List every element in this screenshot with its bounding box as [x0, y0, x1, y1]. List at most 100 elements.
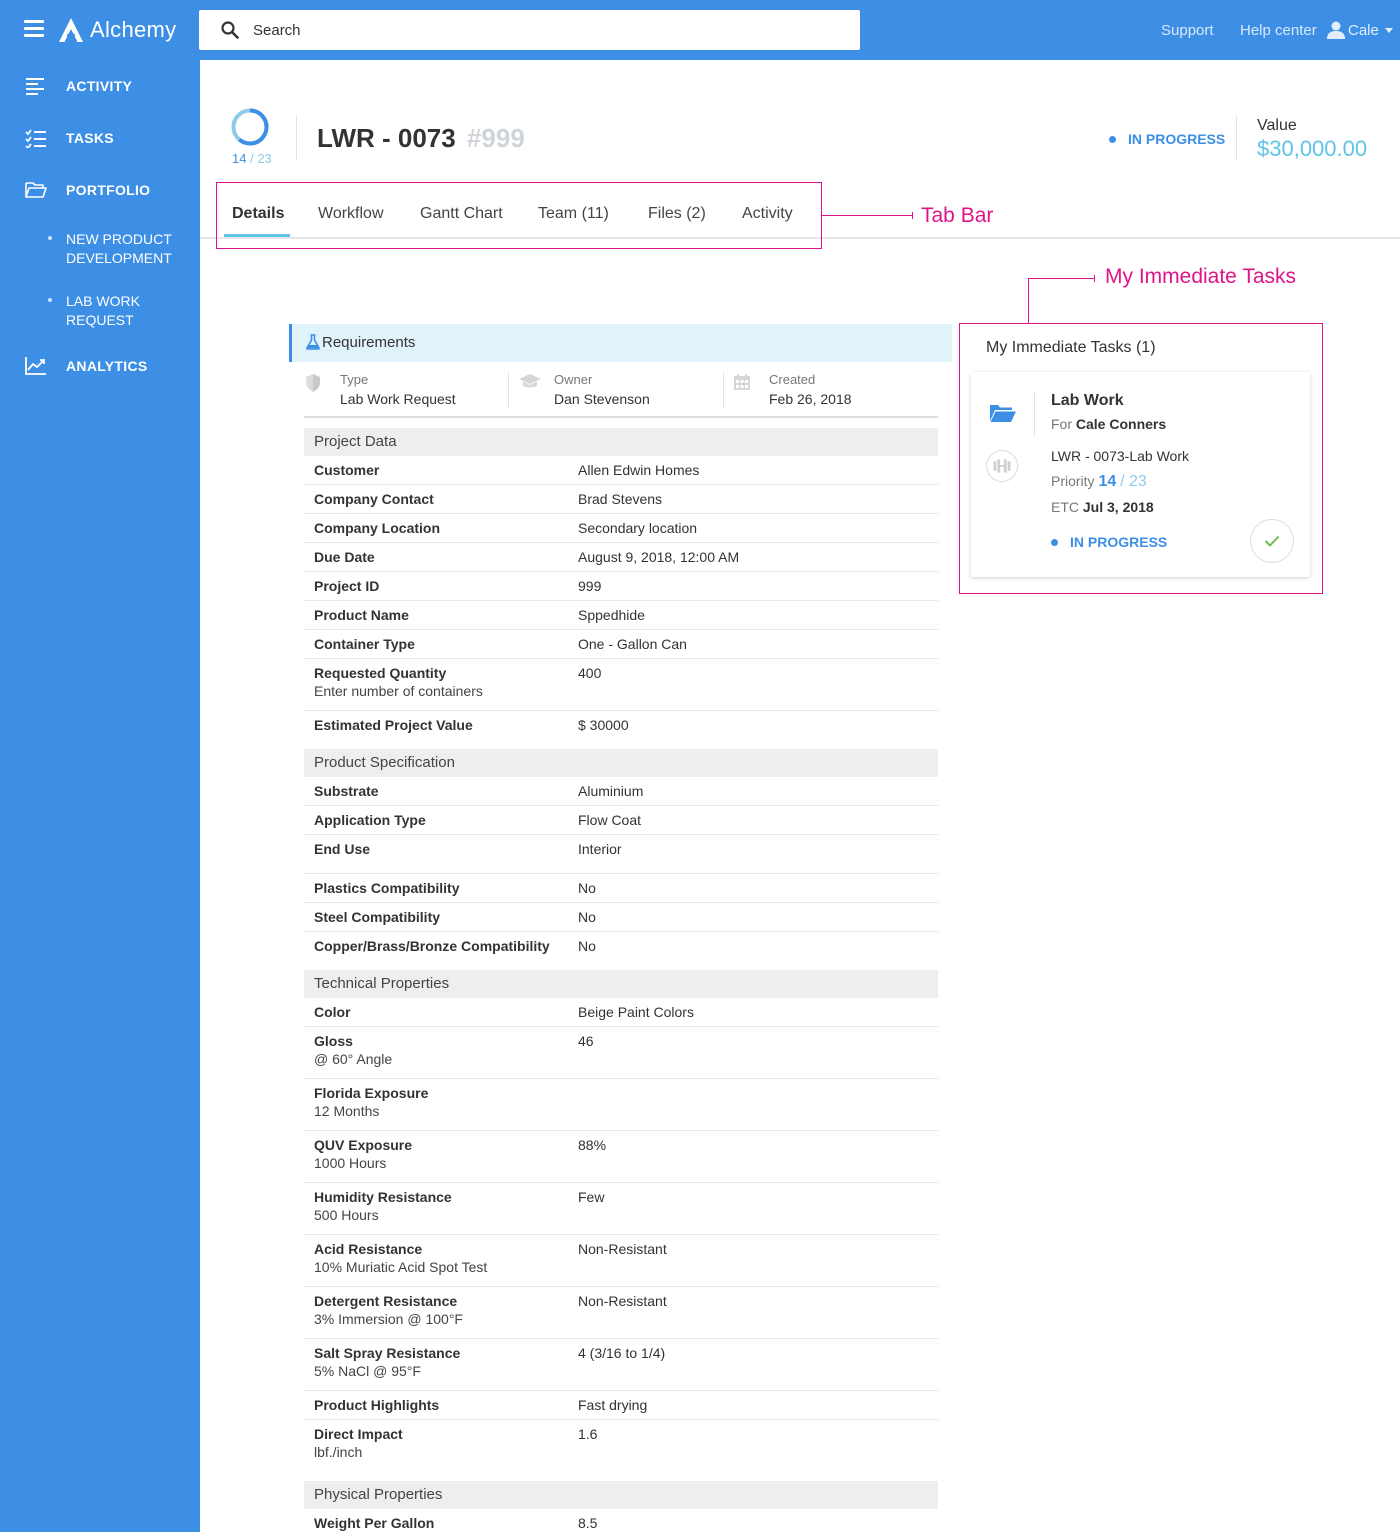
sidebar-subitem-lab-work-request[interactable]: LAB WORK REQUEST	[0, 292, 200, 332]
field-value: 400	[578, 665, 602, 681]
annotation-line	[822, 215, 912, 216]
field-label: Company Contact	[314, 491, 434, 507]
field-value: Flow Coat	[578, 812, 642, 828]
table-row: Requested Quantity Enter number of contai…	[304, 659, 938, 711]
status-dot	[1051, 538, 1058, 546]
card-divider	[1034, 392, 1035, 436]
section-title: Technical Properties	[314, 975, 450, 992]
field-sublabel: lbf./inch	[314, 1444, 363, 1460]
table-row: Acid Resistance 10% Muriatic Acid Spot Te…	[304, 1235, 938, 1287]
task-card[interactable]: Lab Work For Cale Conners LWR - 0073-Lab…	[971, 372, 1310, 577]
field-label: Substrate	[314, 783, 379, 799]
field-sublabel: 5% NaCl @ 95°F	[314, 1363, 421, 1379]
sidebar-item-label: ACTIVITY	[66, 78, 133, 94]
field-label: Company Location	[314, 520, 441, 536]
value-amount: $30,000.00	[1257, 136, 1368, 161]
field-value: No	[578, 909, 596, 925]
priority-total: / 23	[1120, 473, 1147, 490]
field-sublabel: 12 Months	[314, 1103, 380, 1119]
task-reference: LWR - 0073-Lab Work	[1051, 448, 1189, 464]
field-value: Secondary location	[578, 520, 698, 536]
field-label: QUV Exposure	[314, 1137, 413, 1153]
section-title: Project Data	[314, 433, 397, 450]
field-label: Due Date	[314, 549, 375, 565]
search-input[interactable]	[253, 10, 843, 50]
field-value: No	[578, 938, 596, 954]
field-value: 1.6	[578, 1426, 598, 1442]
value-divider	[1236, 116, 1237, 160]
field-value: August 9, 2018, 12:00 AM	[578, 549, 740, 565]
meta-divider	[723, 372, 724, 408]
field-label: Humidity Resistance	[314, 1189, 452, 1205]
progress-done: 14	[232, 151, 247, 166]
app-name: Alchemy	[90, 17, 177, 42]
field-value: One - Gallon Can	[578, 636, 687, 652]
field-label: Copper/Brass/Bronze Compatibility	[314, 938, 550, 954]
table-row: QUV Exposure 1000 Hours 88%	[304, 1131, 938, 1183]
support-link[interactable]: Support	[1161, 22, 1214, 39]
field-label: Requested Quantity	[314, 665, 447, 681]
table-row: Due Date August 9, 2018, 12:00 AM	[304, 543, 938, 572]
field-label: End Use	[314, 841, 371, 857]
field-value: No	[578, 880, 596, 896]
shield-icon	[306, 374, 320, 392]
sidebar-item-label: PORTFOLIO	[66, 182, 151, 198]
field-value: 999	[578, 578, 602, 594]
field-label: Florida Exposure	[314, 1085, 429, 1101]
field-value: 88%	[578, 1137, 607, 1153]
sidebar-subitem-new-product-development[interactable]: NEW PRODUCT DEVELOPMENT	[0, 230, 200, 270]
user-name: Cale	[1348, 21, 1379, 39]
chevron-down-icon	[1384, 27, 1393, 33]
flask-icon	[306, 334, 320, 350]
field-value: Non-Resistant	[578, 1241, 667, 1257]
field-sublabel: 10% Muriatic Acid Spot Test	[314, 1259, 488, 1275]
table-row: Estimated Project Value $ 30000	[304, 711, 938, 741]
field-value: Brad Stevens	[578, 491, 663, 507]
field-label: Detergent Resistance	[314, 1293, 458, 1309]
meta-divider	[508, 372, 509, 408]
field-label: Gloss	[314, 1033, 353, 1049]
annotation-line	[1028, 278, 1094, 279]
etc-label: ETC	[1051, 499, 1079, 515]
table-row: Product Highlights Fast drying	[304, 1391, 938, 1420]
table-row: Substrate Aluminium	[304, 777, 938, 806]
hamburger-menu-icon[interactable]	[24, 20, 44, 38]
section-title: Product Specification	[314, 754, 455, 771]
meta-created-value: Feb 26, 2018	[769, 391, 852, 407]
sidebar-item-analytics[interactable]: ANALYTICS	[0, 346, 200, 386]
sidebar-item-activity[interactable]: ACTIVITY	[0, 66, 200, 106]
annotation-tick	[1094, 275, 1095, 282]
progress-counter: 14 / 23	[232, 151, 272, 166]
task-status-text: IN PROGRESS	[1070, 534, 1168, 550]
meta-owner-label: Owner	[554, 372, 593, 387]
alchemy-logo-icon	[59, 18, 83, 42]
requirements-header: Requirements	[289, 324, 952, 362]
table-row: Company Location Secondary location	[304, 514, 938, 543]
field-sublabel: 1000 Hours	[314, 1155, 387, 1171]
complete-task-button[interactable]	[1250, 519, 1294, 563]
table-row: Direct Impact lbf./inch 1.6	[304, 1420, 938, 1473]
field-label: Acid Resistance	[314, 1241, 423, 1257]
analytics-chart-icon	[25, 357, 46, 375]
top-bar: Alchemy Support Help center Cale	[0, 0, 1400, 60]
meta-underline	[304, 416, 938, 418]
user-menu[interactable]: Cale	[1326, 20, 1393, 40]
meta-owner-value: Dan Stevenson	[554, 391, 650, 407]
page-title: LWR - 0073 #999	[317, 123, 525, 154]
field-label: Direct Impact	[314, 1426, 403, 1442]
checkmark-icon	[1264, 535, 1280, 547]
field-label: Weight Per Gallon	[314, 1515, 435, 1531]
field-label: Product Name	[314, 607, 409, 623]
annotation-my-tasks: My Immediate Tasks	[1105, 265, 1296, 288]
table-row: Humidity Resistance 500 Hours Few	[304, 1183, 938, 1235]
app-logo[interactable]: Alchemy	[58, 13, 176, 47]
field-value: Beige Paint Colors	[578, 1004, 694, 1020]
table-row: Project ID 999	[304, 572, 938, 601]
sidebar-item-portfolio[interactable]: PORTFOLIO	[0, 170, 200, 210]
task-for-label: For	[1051, 416, 1072, 432]
help-center-link[interactable]: Help center	[1240, 22, 1317, 39]
sidebar-item-tasks[interactable]: TASKS	[0, 118, 200, 158]
field-value: Allen Edwin Homes	[578, 462, 700, 478]
task-assignee: For Cale Conners	[1051, 416, 1166, 432]
table-row: Product Name Sppedhide	[304, 601, 938, 630]
